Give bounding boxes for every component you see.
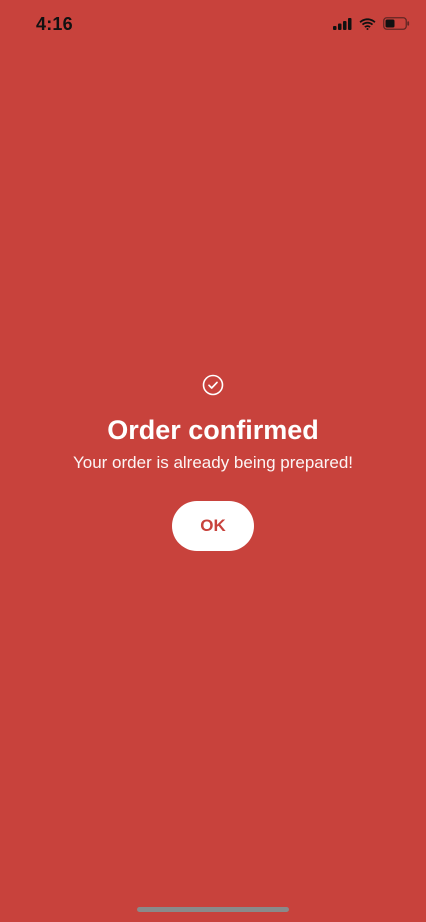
home-indicator[interactable] xyxy=(137,907,289,912)
confirmation-title: Order confirmed xyxy=(107,415,319,445)
check-circle-icon xyxy=(202,374,224,396)
status-icons xyxy=(333,17,410,30)
status-time: 4:16 xyxy=(36,14,73,34)
order-confirmation-panel: Order confirmed Your order is already be… xyxy=(0,374,426,551)
ok-button[interactable]: OK xyxy=(172,501,254,551)
wifi-icon xyxy=(359,17,376,30)
confirmation-message: Your order is already being prepared! xyxy=(72,453,354,472)
status-bar: 4:16 xyxy=(0,0,426,52)
battery-icon xyxy=(383,17,410,30)
cellular-signal-icon xyxy=(333,17,352,30)
